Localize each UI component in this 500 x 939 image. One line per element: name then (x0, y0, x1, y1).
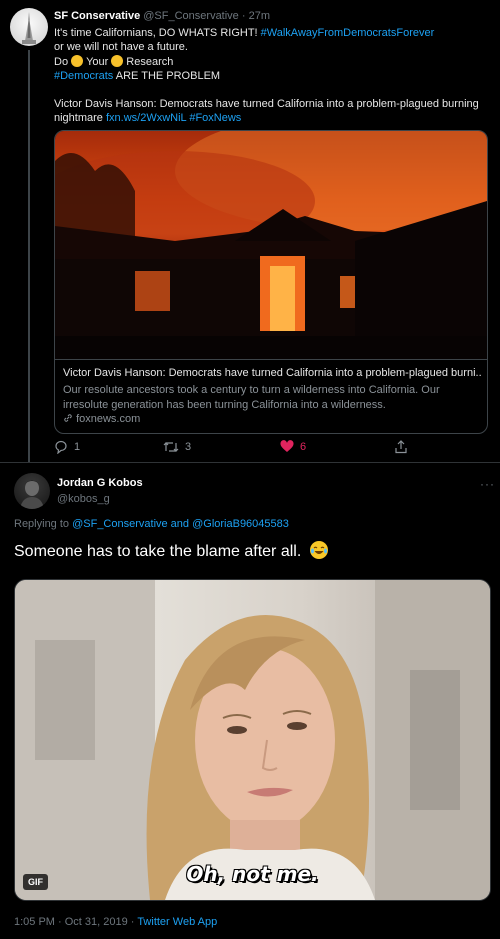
tweet-text: It's time Californians, DO WHATS RIGHT! … (54, 26, 494, 126)
author-name[interactable]: SF Conservative (54, 10, 140, 22)
tears-of-joy-icon (309, 541, 328, 559)
thread-line (28, 50, 30, 462)
reply-action[interactable]: 1 (54, 440, 80, 454)
short-link[interactable]: fxn.ws/2WxwNiL (106, 112, 186, 124)
gif-caption: Oh, not me. (186, 862, 319, 886)
heart-icon[interactable] (280, 440, 294, 453)
line3-research: Research (126, 55, 174, 68)
tweet-time[interactable]: 27m (249, 10, 270, 22)
retweet-count: 3 (185, 441, 192, 453)
replying-users[interactable]: @SF_Conservative and @GloriaB96045583 (72, 518, 289, 530)
jordan-kobos-avatar[interactable] (14, 473, 50, 509)
reply-text-content: Someone has to take the blame after all. (14, 543, 302, 560)
reply-author-handle[interactable]: @kobos_g (57, 493, 110, 505)
headline-text-2: nightmare (54, 112, 106, 125)
reply-text: Someone has to take the blame after all. (14, 541, 328, 561)
tweet-actions: 1 3 6 (54, 440, 494, 458)
card-description: Our resolute ancestors took a century to… (63, 384, 440, 411)
gif-badge: GIF (23, 874, 48, 890)
replying-label: Replying to (14, 518, 73, 530)
reply-source-app[interactable]: Twitter Web App (137, 916, 217, 928)
more-options-icon[interactable]: ··· (480, 477, 495, 491)
reply-timestamp: 1:05 PM · Oct 31, 2019 · Twitter Web App (14, 916, 217, 928)
line1-text: It's time Californians, DO WHATS RIGHT! (54, 27, 261, 39)
reply-count: 1 (74, 441, 81, 453)
author-handle[interactable]: @SF_Conservative (143, 10, 239, 22)
link-preview-card[interactable]: Victor Davis Hanson: Democrats have turn… (54, 130, 488, 434)
card-title[interactable]: Victor Davis Hanson: Democrats have turn… (63, 367, 481, 379)
clapping-hands-icon (71, 54, 84, 67)
reply-icon[interactable] (54, 440, 68, 454)
line3-your: Your (86, 55, 109, 68)
replying-to: Replying to @SF_Conservative and @Gloria… (14, 518, 289, 530)
reply-datetime[interactable]: 1:05 PM · Oct 31, 2019 · (14, 916, 137, 928)
retweet-action[interactable]: 3 (163, 440, 191, 454)
card-domain: foxnews.com (63, 413, 140, 425)
clapping-hands-icon (111, 54, 124, 67)
gif-media[interactable]: Oh, not me. GIF (14, 579, 491, 901)
line3-do: Do (54, 55, 69, 68)
retweet-icon[interactable] (163, 440, 179, 454)
like-count: 6 (300, 440, 307, 453)
tweet-header: SF Conservative @SF_Conservative · 27m (54, 10, 270, 22)
hashtag-foxnews[interactable]: #FoxNews (186, 112, 241, 124)
card-divider (55, 359, 487, 360)
time-separator: · (238, 10, 249, 22)
original-tweet[interactable]: SF Conservative @SF_Conservative · 27m I… (0, 0, 500, 462)
sf-conservative-avatar[interactable] (10, 8, 48, 46)
share-action[interactable] (394, 440, 408, 454)
reply-tweet[interactable]: Jordan G Kobos @kobos_g ··· Replying to … (0, 462, 500, 939)
card-domain-text: foxnews.com (76, 413, 141, 425)
reply-author-name[interactable]: Jordan G Kobos (57, 477, 143, 489)
hashtag-walkaway[interactable]: #WalkAwayFromDemocratsForever (261, 27, 435, 39)
card-image (55, 131, 487, 359)
link-icon (63, 413, 76, 425)
like-action[interactable]: 6 (280, 440, 306, 453)
headline-text: Victor Davis Hanson: Democrats have turn… (54, 98, 479, 111)
line2-text: or we will not have a future. (54, 41, 188, 54)
share-icon[interactable] (394, 440, 408, 454)
line4-text: ARE THE PROBLEM (113, 69, 221, 82)
hashtag-democrats[interactable]: #Democrats (54, 70, 113, 82)
